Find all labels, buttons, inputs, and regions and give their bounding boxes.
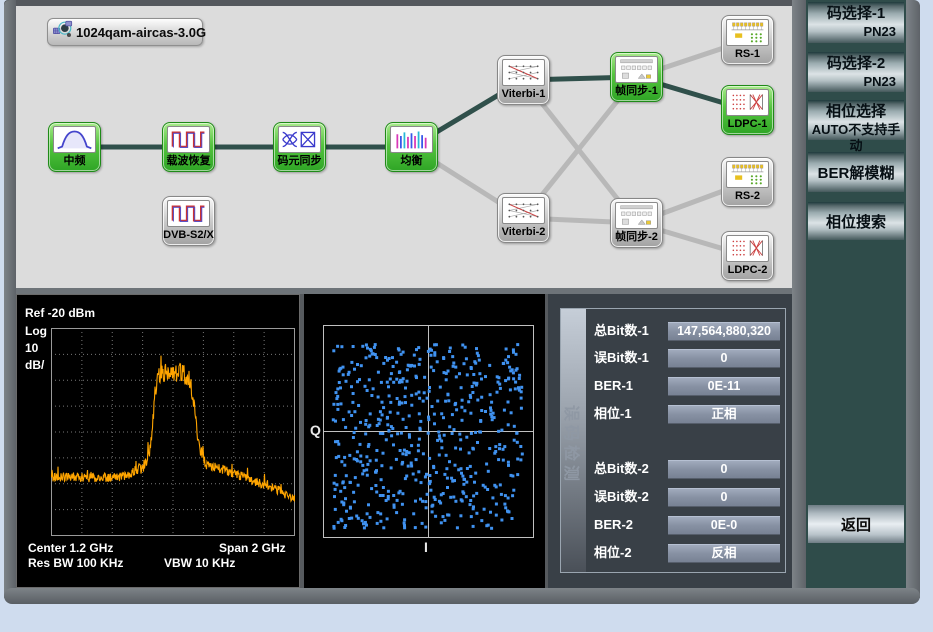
flow-node-label: 码元同步	[274, 153, 325, 170]
flow-node-label: 载波恢复	[163, 153, 214, 170]
spectrum-vbw-label: VBW 10 KHz	[164, 556, 235, 570]
sidebar-button-label: 相位选择	[808, 100, 904, 122]
spectrum-plot	[51, 328, 295, 536]
ldpc-icon	[726, 89, 769, 116]
sidebar-button-3[interactable]: 相位选择AUTO不支持手动	[808, 100, 904, 140]
sidebar-button-sublabel: PN23	[808, 74, 904, 90]
ber-row-label: 总Bit数-2	[594, 460, 668, 477]
frame-left-bar	[4, 0, 16, 598]
trellis-icon	[502, 59, 545, 86]
flow-node-label: 均衡	[386, 153, 437, 170]
sidebar-button-5[interactable]: 相位搜索	[808, 202, 904, 240]
ber-row-label: 相位-2	[594, 544, 668, 561]
sidebar-button-2[interactable]: 码选择-2PN23	[808, 52, 904, 92]
sidebar-button-1[interactable]: 码选择-1PN23	[808, 2, 904, 43]
sidebar-button-sublabel: AUTO不支持手动	[808, 122, 904, 154]
frame-icon	[615, 56, 658, 83]
sidebar-button-label: 码选择-2	[808, 52, 904, 74]
spectrum-scale-label: Log	[25, 324, 47, 338]
ber-row-label: 相位-1	[594, 405, 668, 422]
sidebar-button-label: BER解模糊	[818, 162, 895, 183]
ber-detection-panel: 误码检测 总Bit数-1147,564,880,320误Bit数-10BER-1…	[548, 294, 792, 588]
q-axis-label: Q	[310, 422, 321, 438]
ber-row-value: 147,564,880,320	[668, 322, 780, 341]
flow-node-frame1[interactable]: 帧同步-1	[610, 52, 663, 102]
back-button[interactable]: 返回	[808, 505, 904, 543]
flow-node-label: Viterbi-2	[498, 224, 549, 241]
sidebar-button-label: 相位搜索	[826, 211, 886, 232]
spectrum-center-label: Center 1.2 GHz	[28, 541, 113, 555]
eye-icon	[278, 126, 321, 153]
sidebar-menu: 码选择-1PN23码选择-2PN23相位选择AUTO不支持手动BER解模糊相位搜…	[806, 0, 906, 588]
signal-title-button[interactable]: 1024qam-aircas-3.0G	[47, 18, 203, 46]
flow-diagram-panel: 中频 载波恢复 码元同步 均衡 DVB-S2/X Viterbi-1 Viterbi-2 帧同…	[16, 6, 792, 288]
flow-node-label: RS-1	[722, 46, 773, 63]
spectrum-scale-value: 10	[25, 341, 38, 355]
rs-icon	[726, 19, 769, 46]
satellite-icon	[52, 19, 74, 46]
ber-row-label: 误Bit数-2	[594, 488, 668, 505]
ber-side-label: 误码检测	[561, 395, 585, 495]
frame-divider-bar	[792, 0, 806, 598]
ber-row-value: 0	[668, 488, 780, 507]
frame-right-bar	[906, 0, 920, 598]
flow-node-frame2[interactable]: 帧同步-2	[610, 198, 663, 248]
ber-row-value: 0E-11	[668, 377, 780, 396]
spectrum-icon	[53, 126, 96, 153]
flow-node-label: LDPC-1	[722, 116, 773, 133]
flow-node-dvb[interactable]: DVB-S2/X	[162, 196, 215, 246]
flow-node-viterbi2[interactable]: Viterbi-2	[497, 193, 550, 243]
flow-node-label: 帧同步-1	[611, 83, 662, 100]
bottom-display-area: Ref -20 dBm Log 10 dB/ Center 1.2 GHz Sp…	[16, 294, 792, 588]
ber-row-label: 误Bit数-1	[594, 349, 668, 366]
flow-node-label: DVB-S2/X	[163, 227, 214, 244]
pulse-icon	[167, 126, 210, 153]
flow-node-symsync[interactable]: 码元同步	[273, 122, 326, 172]
window-frame: 中频 载波恢复 码元同步 均衡 DVB-S2/X Viterbi-1 Viterbi-2 帧同…	[4, 0, 920, 604]
frame-bottom-bar	[4, 588, 920, 604]
constellation-panel: Q I	[304, 294, 545, 588]
spectrum-scale-unit: dB/	[25, 358, 44, 372]
i-axis-label: I	[424, 539, 428, 555]
flow-node-label: Viterbi-1	[498, 86, 549, 103]
flow-node-label: LDPC-2	[722, 262, 773, 279]
ber-row-label: BER-2	[594, 516, 668, 533]
trellis-icon	[502, 197, 545, 224]
flow-node-label: 中频	[49, 153, 100, 170]
sidebar-button-4[interactable]: BER解模糊	[808, 152, 904, 192]
flow-node-if[interactable]: 中频	[48, 122, 101, 172]
application-window: 中频 载波恢复 码元同步 均衡 DVB-S2/X Viterbi-1 Viterbi-2 帧同…	[0, 0, 933, 632]
ber-row-value: 0E-0	[668, 516, 780, 535]
flow-node-ldpc2[interactable]: LDPC-2	[721, 231, 774, 281]
flow-node-label: 帧同步-2	[611, 229, 662, 246]
ber-row-label: 总Bit数-1	[594, 322, 668, 339]
signal-title-label: 1024qam-aircas-3.0G	[76, 25, 206, 40]
ber-row-value: 0	[668, 349, 780, 368]
flow-node-ldpc1[interactable]: LDPC-1	[721, 85, 774, 135]
ber-side-strip: 误码检测	[561, 309, 586, 572]
bars-icon	[390, 126, 433, 153]
ldpc-icon	[726, 235, 769, 262]
ber-row-value: 0	[668, 460, 780, 479]
flow-node-rs1[interactable]: RS-1	[721, 15, 774, 65]
sidebar-button-sublabel: PN23	[808, 24, 904, 40]
flow-node-viterbi1[interactable]: Viterbi-1	[497, 55, 550, 105]
spectrum-rbw-label: Res BW 100 KHz	[28, 556, 123, 570]
spectrum-ref-label: Ref -20 dBm	[25, 306, 95, 320]
rs-icon	[726, 161, 769, 188]
pulse-icon	[167, 200, 210, 227]
sidebar-button-label: 码选择-1	[808, 2, 904, 24]
ber-row-label: BER-1	[594, 377, 668, 394]
flow-node-carrier[interactable]: 载波恢复	[162, 122, 215, 172]
flow-node-label: RS-2	[722, 188, 773, 205]
spectrum-span-label: Span 2 GHz	[219, 541, 286, 555]
ber-row-value: 正相	[668, 405, 780, 424]
spectrum-panel: Ref -20 dBm Log 10 dB/ Center 1.2 GHz Sp…	[16, 294, 300, 588]
frame-icon	[615, 202, 658, 229]
flow-node-equalize[interactable]: 均衡	[385, 122, 438, 172]
ber-row-value: 反相	[668, 544, 780, 563]
flow-node-rs2[interactable]: RS-2	[721, 157, 774, 207]
